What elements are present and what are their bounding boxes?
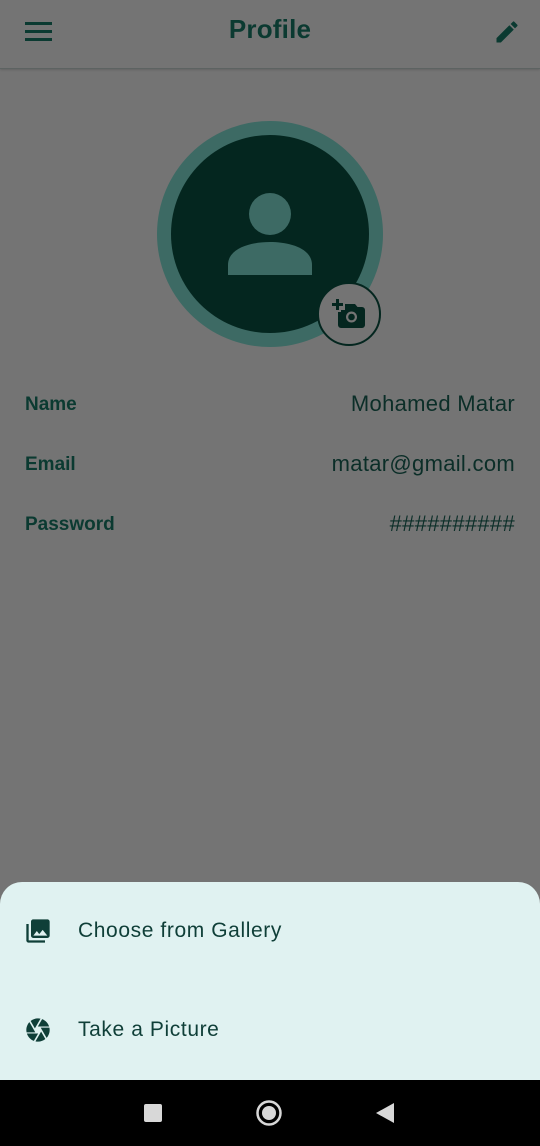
name-value: Mohamed Matar (350, 391, 515, 416)
back-icon (376, 1103, 394, 1123)
change-photo-button[interactable] (317, 282, 381, 346)
add-a-photo-icon (332, 299, 365, 328)
take-a-picture-label: Take a Picture (78, 1018, 220, 1041)
profile-field-name: Name Mohamed Matar (25, 391, 515, 421)
edit-button[interactable] (486, 12, 528, 52)
take-a-picture-option[interactable]: Take a Picture (0, 995, 540, 1065)
app-bar: Profile (0, 0, 540, 69)
recent-apps-button[interactable] (133, 1093, 173, 1133)
photo-source-bottom-sheet: Choose from Gallery Take a Picture (0, 882, 540, 1080)
edit-pencil-icon (496, 21, 518, 43)
choose-from-gallery-option[interactable]: Choose from Gallery (0, 896, 540, 966)
back-button[interactable] (365, 1093, 405, 1133)
email-label: Email (25, 454, 76, 475)
profile-field-email: Email matar@gmail.com (25, 451, 515, 481)
home-button[interactable] (249, 1093, 289, 1133)
email-value: matar@gmail.com (331, 451, 515, 476)
system-navigation-bar (0, 1080, 540, 1146)
choose-from-gallery-label: Choose from Gallery (78, 919, 282, 942)
page-title: Profile (228, 14, 312, 44)
recent-apps-icon (144, 1104, 162, 1122)
camera-shutter-icon (26, 1018, 50, 1042)
name-label: Name (25, 394, 77, 415)
password-label: Password (25, 514, 115, 535)
home-icon (256, 1100, 282, 1126)
photo-library-icon (26, 919, 50, 943)
profile-screen: Profile Name Mohamed Matar Email matar@g… (0, 0, 540, 1146)
password-value: ########## (389, 511, 515, 536)
profile-field-password: Password ########## (25, 511, 515, 541)
